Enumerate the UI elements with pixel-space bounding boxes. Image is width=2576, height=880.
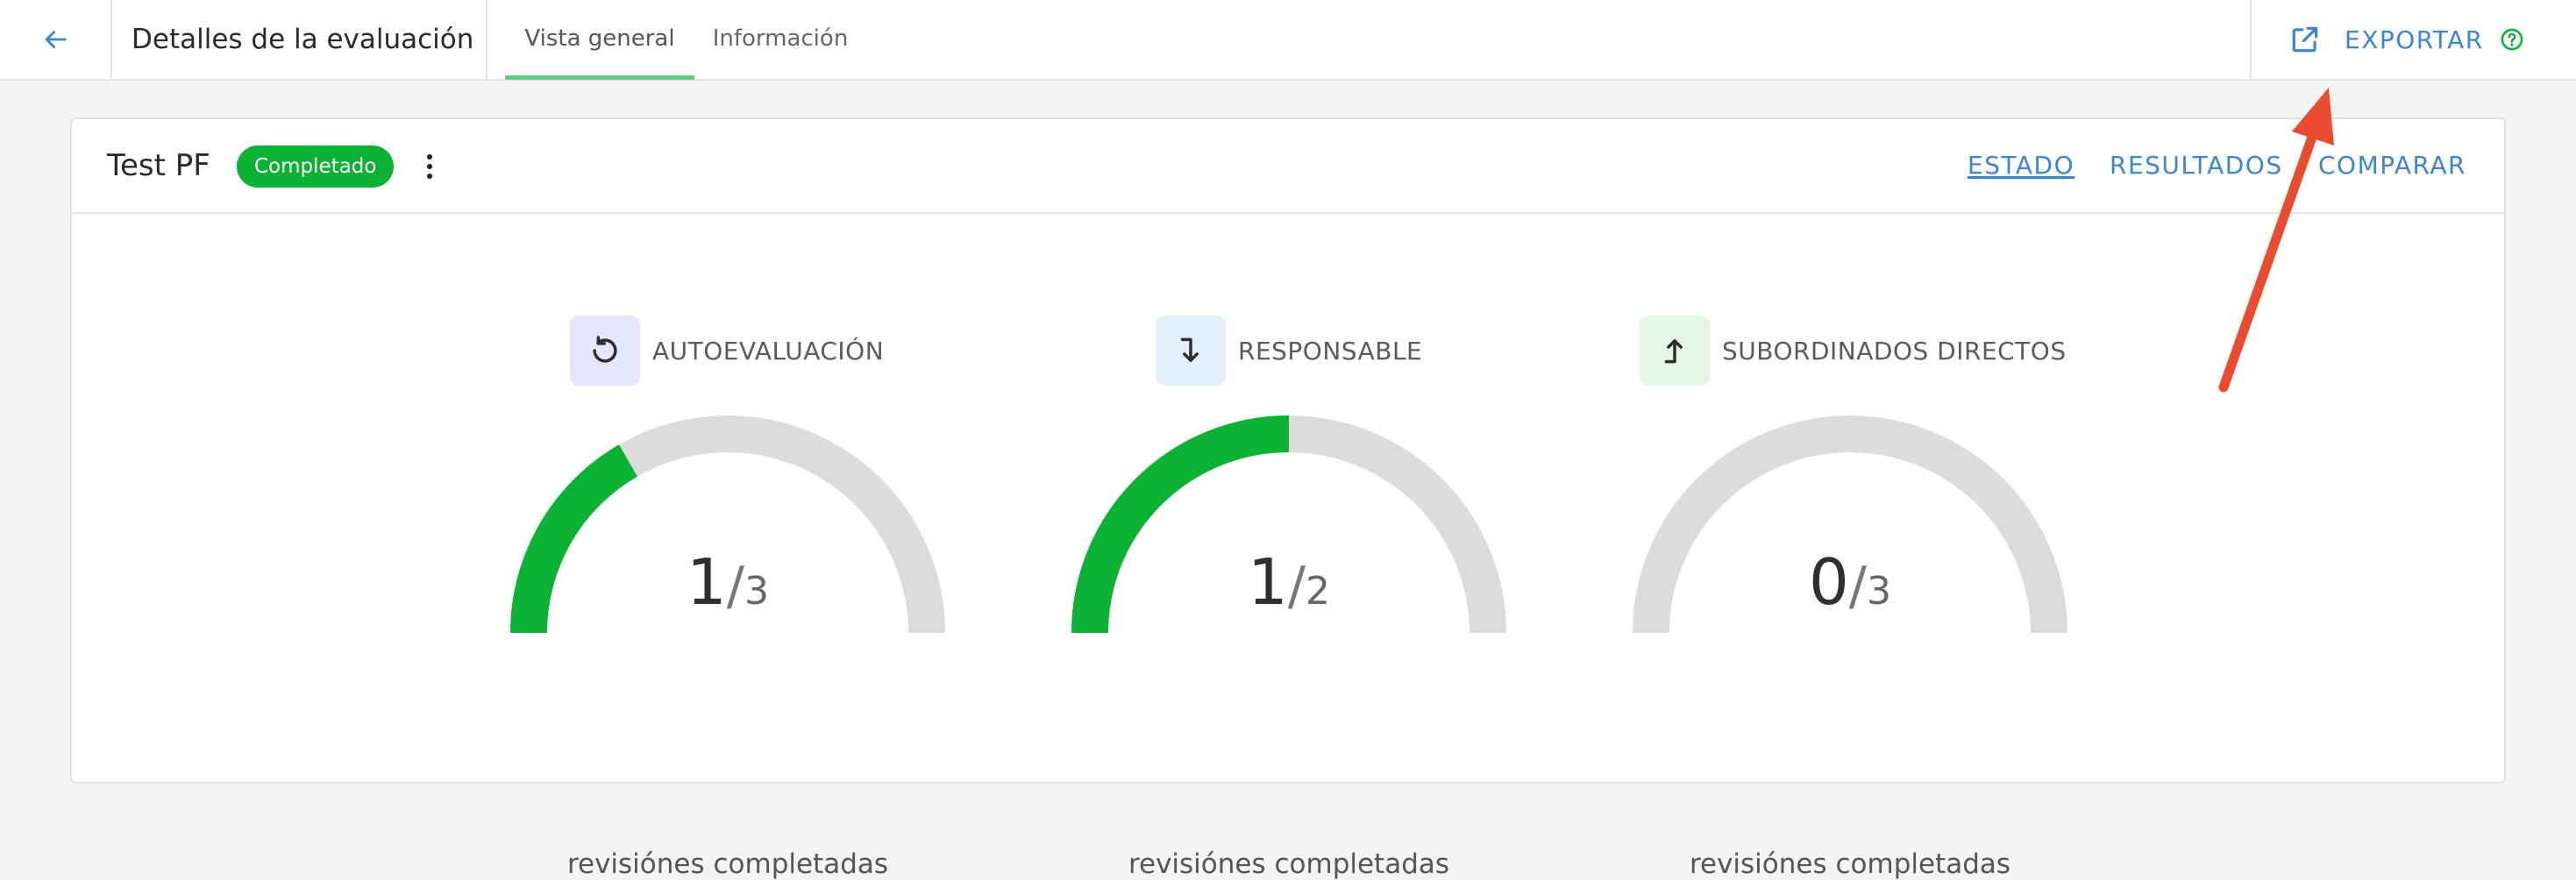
- completed-count: 1: [1247, 545, 1288, 619]
- gauge-label: AUTOEVALUACIÓN: [652, 336, 885, 365]
- view-tab-comparar[interactable]: COMPARAR: [2318, 119, 2466, 212]
- export-label: EXPORTAR: [2345, 25, 2484, 54]
- help-icon[interactable]: [2500, 27, 2524, 52]
- gauge-responsable: RESPONSABLE 1/2 revisiónes completadas: [1071, 202, 1598, 880]
- more-options-icon[interactable]: [419, 149, 440, 184]
- gauge-value: 1/3: [686, 545, 770, 619]
- gauge-header: RESPONSABLE: [1156, 316, 1422, 386]
- active-tab-indicator: [505, 75, 694, 80]
- evaluation-name: Test PF: [107, 148, 210, 183]
- divider: [486, 0, 487, 79]
- gauge-value: 0/3: [1808, 545, 1892, 619]
- arrow-turn-up-icon: [1640, 316, 1710, 386]
- gauge-label: SUBORDINADOS DIRECTOS: [1722, 336, 2067, 365]
- gauge-label: RESPONSABLE: [1238, 336, 1423, 365]
- top-bar: Detalles de la evaluación Vista general …: [0, 0, 2576, 81]
- gauge-caption: revisiónes completadas: [1128, 848, 1450, 880]
- divider: [2250, 0, 2252, 79]
- tab-vista-general[interactable]: Vista general: [505, 0, 694, 79]
- gauge-header: AUTOEVALUACIÓN: [570, 316, 884, 386]
- gauge-autoevaluacion: AUTOEVALUACIÓN 1/3 revisiónes completada…: [510, 202, 1036, 880]
- back-button[interactable]: [0, 0, 112, 79]
- gauge-subordinados-directos: SUBORDINADOS DIRECTOS 0/3 revisiónes com…: [1633, 202, 2159, 880]
- gauge-caption: revisiónes completadas: [566, 848, 889, 880]
- view-tab-estado[interactable]: ESTADO: [1968, 119, 2075, 212]
- rotate-ccw-icon: [570, 316, 640, 386]
- arrow-left-icon: [45, 31, 67, 48]
- tab-informacion[interactable]: Información: [700, 0, 861, 79]
- total-count: 2: [1306, 569, 1331, 614]
- gauge-header: SUBORDINADOS DIRECTOS: [1640, 316, 2067, 386]
- view-tab-resultados[interactable]: RESULTADOS: [2110, 119, 2283, 212]
- total-count: 3: [1867, 569, 1892, 614]
- external-link-icon: [2292, 26, 2318, 53]
- export-button[interactable]: EXPORTAR: [2288, 0, 2524, 79]
- completed-count: 0: [1808, 545, 1849, 619]
- gauge-caption: revisiónes completadas: [1689, 848, 2011, 880]
- total-count: 3: [744, 569, 770, 614]
- card-header: Test PF Completado ESTADO RESULTADOS COM…: [72, 119, 2504, 214]
- arrow-turn-down-icon: [1156, 316, 1226, 386]
- completed-count: 1: [686, 545, 727, 619]
- status-badge: Completado: [237, 145, 395, 188]
- gauge-value: 1/2: [1247, 545, 1331, 619]
- page-title: Detalles de la evaluación: [132, 24, 474, 55]
